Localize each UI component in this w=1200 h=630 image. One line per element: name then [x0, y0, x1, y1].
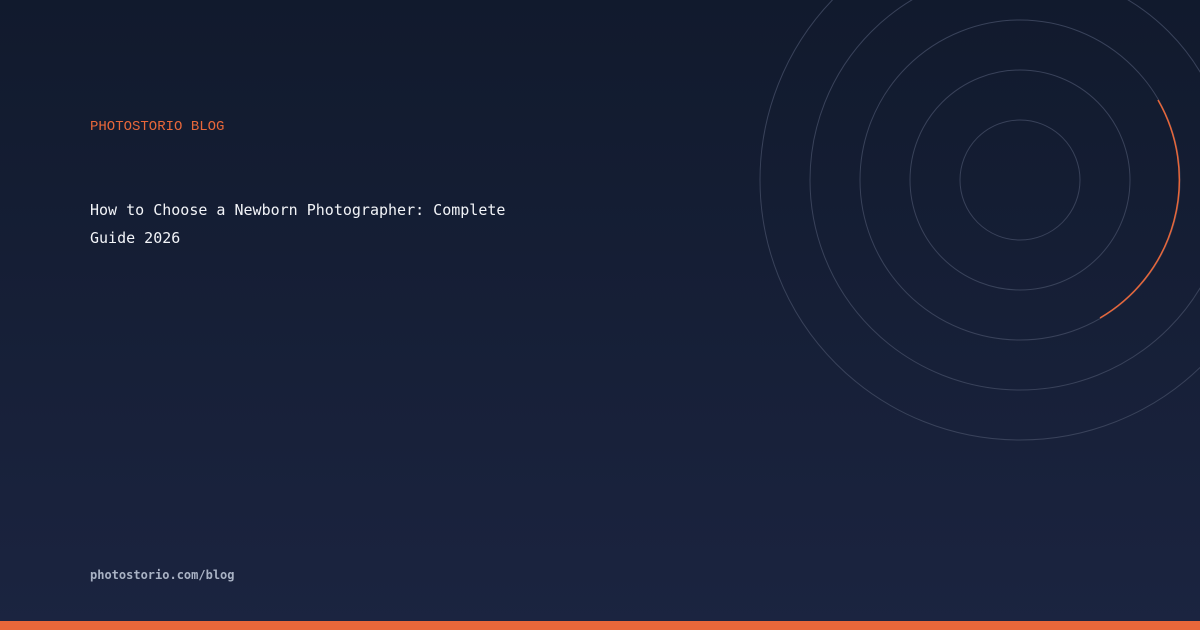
ring-5 — [759, 0, 1200, 441]
blog-url: photostorio.com/blog — [90, 568, 235, 582]
blog-eyebrow-label: PHOTOSTORIO BLOG — [90, 119, 225, 135]
post-title: How to Choose a Newborn Photographer: Co… — [90, 201, 506, 247]
accent-bottom-bar — [0, 621, 1200, 630]
rings-group — [759, 0, 1200, 441]
ring-3 — [859, 19, 1181, 341]
ring-4 — [809, 0, 1200, 391]
concentric-rings-decoration — [759, 0, 1200, 441]
ring-1 — [959, 119, 1081, 241]
ring-2 — [909, 69, 1131, 291]
orange-arc-icon — [1099, 99, 1181, 319]
